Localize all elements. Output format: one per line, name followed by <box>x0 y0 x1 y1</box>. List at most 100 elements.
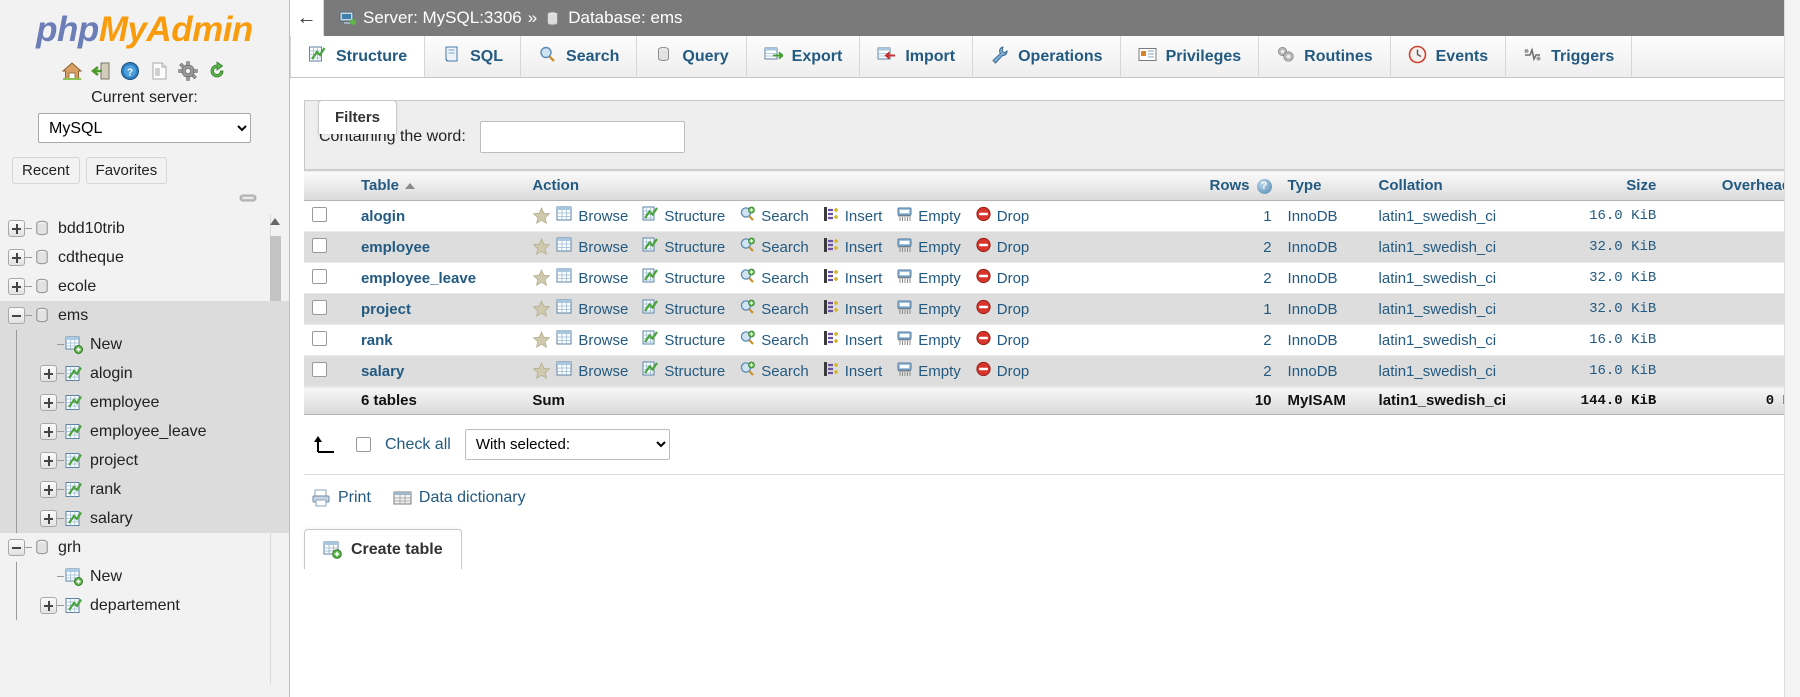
action-structure[interactable]: Structure <box>642 206 725 226</box>
action-browse[interactable]: Browse <box>556 268 628 288</box>
action-drop[interactable]: Drop <box>975 299 1029 319</box>
row-checkbox[interactable] <box>312 206 327 222</box>
header-table-name[interactable]: Table <box>352 170 525 201</box>
favorite-star-icon[interactable] <box>532 362 551 380</box>
pin-icon[interactable] <box>239 192 257 204</box>
tab-import[interactable]: Import <box>860 36 974 77</box>
data-dictionary-link[interactable]: Data dictionary <box>393 489 526 507</box>
action-insert[interactable]: Insert <box>823 299 882 319</box>
action-search[interactable]: Search <box>739 268 809 288</box>
tree-toggle-collapse[interactable] <box>8 307 25 324</box>
action-drop[interactable]: Drop <box>975 330 1029 350</box>
print-link[interactable]: Print <box>312 489 371 507</box>
tree-node-bdd10trib[interactable]: bdd10trib <box>0 214 289 243</box>
action-drop[interactable]: Drop <box>975 206 1029 226</box>
row-checkbox[interactable] <box>312 330 327 346</box>
containing-word-input[interactable] <box>479 121 685 153</box>
tab-search[interactable]: Search <box>521 36 638 77</box>
breadcrumb-server[interactable]: Server: MySQL:3306 <box>363 8 522 28</box>
tree-node-ems[interactable]: ems <box>0 301 289 330</box>
action-browse[interactable]: Browse <box>556 299 628 319</box>
action-empty[interactable]: Empty <box>896 361 961 381</box>
tab-events[interactable]: Events <box>1390 36 1507 77</box>
action-browse[interactable]: Browse <box>556 206 628 226</box>
action-insert[interactable]: Insert <box>823 237 882 257</box>
check-all-label[interactable]: Check all <box>385 436 451 454</box>
tree-node-grh[interactable]: grh <box>0 533 289 562</box>
row-table-name[interactable]: employee <box>352 231 525 263</box>
action-browse[interactable]: Browse <box>556 330 628 350</box>
action-drop[interactable]: Drop <box>975 361 1029 381</box>
tab-structure[interactable]: Structure <box>290 36 426 77</box>
with-selected-select[interactable]: With selected: <box>464 429 670 460</box>
tree-node-employee-leave[interactable]: employee_leave <box>0 417 289 446</box>
tree-node-cdtheque[interactable]: cdtheque <box>0 243 289 272</box>
phpmyadmin-logo[interactable]: phpMyAdmin <box>0 0 289 53</box>
action-empty[interactable]: Empty <box>896 299 961 319</box>
tree-toggle-expand[interactable] <box>40 365 57 382</box>
row-table-name[interactable]: rank <box>352 324 525 356</box>
server-select[interactable]: MySQL <box>38 113 251 143</box>
tree-node-new[interactable]: New <box>0 330 289 359</box>
tree-node-employee[interactable]: employee <box>0 388 289 417</box>
row-checkbox[interactable] <box>312 237 327 253</box>
filters-panel-title[interactable]: Filters <box>318 100 398 134</box>
tree-toggle-expand[interactable] <box>40 481 57 498</box>
action-search[interactable]: Search <box>739 299 809 319</box>
tab-routines[interactable]: Routines <box>1259 36 1391 77</box>
tree-toggle-expand[interactable] <box>40 510 57 527</box>
action-insert[interactable]: Insert <box>823 268 882 288</box>
reload-icon[interactable] <box>206 60 228 82</box>
tree-node-new[interactable]: New <box>0 562 289 591</box>
action-browse[interactable]: Browse <box>556 361 628 381</box>
tree-node-ecole[interactable]: ecole <box>0 272 289 301</box>
favorite-star-icon[interactable] <box>532 207 551 225</box>
rows-help-icon[interactable]: ? <box>1256 178 1272 194</box>
action-drop[interactable]: Drop <box>975 237 1029 257</box>
tree-toggle-expand[interactable] <box>8 278 25 295</box>
tree-node-departement[interactable]: departement <box>0 591 289 620</box>
action-insert[interactable]: Insert <box>823 206 882 226</box>
check-all-checkbox[interactable] <box>356 437 371 452</box>
header-collation[interactable]: Collation <box>1370 170 1549 201</box>
tree-toggle-expand[interactable] <box>40 423 57 440</box>
breadcrumb-database[interactable]: Database: ems <box>568 8 682 28</box>
tree-node-alogin[interactable]: alogin <box>0 359 289 388</box>
row-checkbox[interactable] <box>312 268 327 284</box>
create-table-button[interactable]: Create table <box>304 529 462 569</box>
action-structure[interactable]: Structure <box>642 361 725 381</box>
docs-icon[interactable] <box>148 60 170 82</box>
tree-node-salary[interactable]: salary <box>0 504 289 533</box>
help-icon[interactable]: ? <box>119 60 141 82</box>
action-empty[interactable]: Empty <box>896 330 961 350</box>
settings-icon[interactable] <box>177 60 199 82</box>
row-checkbox[interactable] <box>312 361 327 377</box>
action-structure[interactable]: Structure <box>642 268 725 288</box>
tab-operations[interactable]: Operations <box>973 36 1121 77</box>
action-insert[interactable]: Insert <box>823 361 882 381</box>
action-search[interactable]: Search <box>739 361 809 381</box>
tab-triggers[interactable]: Triggers <box>1506 36 1633 77</box>
home-icon[interactable] <box>61 60 83 82</box>
action-insert[interactable]: Insert <box>823 330 882 350</box>
favorites-button[interactable]: Favorites <box>85 157 168 184</box>
favorite-star-icon[interactable] <box>532 238 551 256</box>
row-table-name[interactable]: employee_leave <box>352 262 525 294</box>
action-structure[interactable]: Structure <box>642 237 725 257</box>
tab-privileges[interactable]: Privileges <box>1120 36 1260 77</box>
action-empty[interactable]: Empty <box>896 206 961 226</box>
row-checkbox[interactable] <box>312 299 327 315</box>
favorite-star-icon[interactable] <box>532 269 551 287</box>
logout-icon[interactable] <box>90 60 112 82</box>
action-browse[interactable]: Browse <box>556 237 628 257</box>
action-drop[interactable]: Drop <box>975 268 1029 288</box>
select-all-arrow-icon[interactable] <box>312 434 342 456</box>
favorite-star-icon[interactable] <box>532 331 551 349</box>
action-structure[interactable]: Structure <box>642 299 725 319</box>
action-empty[interactable]: Empty <box>896 268 961 288</box>
header-type[interactable]: Type <box>1279 170 1371 201</box>
tree-toggle-expand[interactable] <box>40 597 57 614</box>
tab-export[interactable]: Export <box>746 36 861 77</box>
row-table-name[interactable]: project <box>352 293 525 325</box>
row-table-name[interactable]: salary <box>352 355 525 387</box>
